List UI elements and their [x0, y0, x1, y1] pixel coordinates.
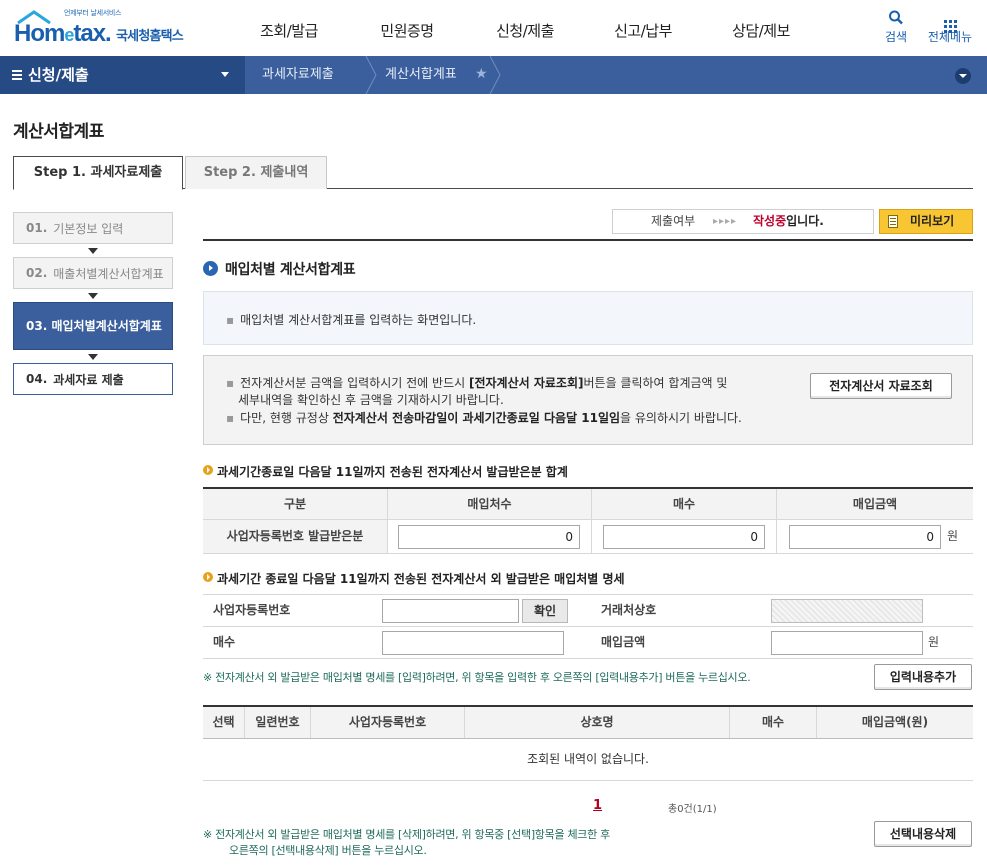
sheet-count-input[interactable]: 0	[603, 525, 765, 549]
favorite-star-icon[interactable]: ★	[475, 66, 488, 82]
entry-list-header: 선택 일련번호 사업자등록번호 상호명 매수 매입금액(원)	[203, 707, 973, 739]
delete-selected-button[interactable]: 선택내용삭제	[874, 821, 972, 847]
add-entry-button[interactable]: 입력내용추가	[874, 664, 972, 690]
confirm-button[interactable]: 확인	[522, 599, 568, 623]
detail-form: 사업자등록번호 확인 거래처상호 매수 매입금액 원	[203, 594, 973, 659]
partner-name-label: 거래처상호	[601, 603, 657, 617]
breadcrumb-invoice-summary[interactable]: 계산서합계표	[385, 56, 457, 94]
caution-info-box: ▪ 전자계산서분 금액을 입력하시기 전에 반드시 [전자계산서 자료조회]버튼을…	[203, 355, 973, 445]
tab-step1[interactable]: Step 1. 과세자료제출	[13, 156, 183, 190]
bullet-arrow-icon	[203, 465, 213, 475]
bizno-label: 사업자등록번호	[213, 603, 291, 617]
section-title: 매입처별 계산서합계표	[203, 259, 356, 279]
arrow-down-icon	[88, 293, 98, 299]
table-row: 사업자등록번호 발급받은분 0 0 0원	[203, 520, 973, 554]
arrow-down-icon	[88, 248, 98, 254]
gnb-inquiry[interactable]: 조회/발급	[230, 20, 348, 41]
caret-down-icon	[221, 72, 229, 77]
amount-input[interactable]	[771, 631, 923, 655]
detail-subtitle: 과세기간 종료일 다음달 11일까지 전송된 전자계산서 외 발급받은 매입처별…	[203, 570, 625, 587]
page-link-1[interactable]: 1	[593, 798, 602, 813]
bullet-arrow-icon	[203, 572, 213, 582]
status-value: 작성중입니다.	[753, 214, 824, 228]
category-label: 신청/제출	[28, 66, 89, 84]
all-menu-button[interactable]: 전체메뉴	[922, 8, 978, 45]
preview-button[interactable]: 미리보기	[879, 209, 973, 234]
tab-step2[interactable]: Step 2. 제출내역	[185, 156, 327, 189]
empty-list-message: 조회된 내역이 없습니다.	[203, 739, 973, 781]
partner-name-field	[771, 599, 923, 623]
delete-instruction-note: ※ 전자계산서 외 발급받은 매입처별 명세를 [삭제]하려면, 위 항목중 […	[203, 828, 610, 857]
step-nav-purchase-summary[interactable]: 03. 매입처별계산서합계표	[13, 302, 173, 350]
step-nav-sales-summary[interactable]: 02. 매출처별계산서합계표	[13, 257, 173, 289]
logo-korean: 국세청홈택스	[116, 29, 184, 44]
entry-list-table: 선택 일련번호 사업자등록번호 상호명 매수 매입금액(원) 조회된 내역이 없…	[203, 705, 973, 781]
count-label: 매수	[213, 635, 236, 649]
all-menu-label: 전체메뉴	[927, 30, 973, 44]
logo-wordmark: Hometax.	[14, 20, 112, 47]
submission-status: 제출여부 ▸▸▸▸ 작성중입니다.	[612, 209, 874, 234]
step-nav-submit[interactable]: 04. 과세자료 제출	[13, 363, 173, 395]
breadcrumb-separator-icon	[489, 56, 501, 94]
arrow-down-icon	[88, 354, 98, 360]
purchase-amount-input[interactable]: 0	[789, 525, 941, 549]
add-instruction-note: ※ 전자계산서 외 발급받은 매입처별 명세를 [입력]하려면, 위 항목을 입…	[203, 671, 751, 684]
count-input[interactable]	[382, 631, 564, 655]
status-arrows: ▸▸▸▸	[713, 216, 738, 227]
summary-table-header: 구분 매입처수 매수 매입금액	[203, 489, 973, 520]
intro-info-box: ▪ 매입처별 계산서합계표를 입력하는 화면입니다.	[203, 291, 973, 345]
summary-subtitle: 과세기간종료일 다음달 11일까지 전송된 전자계산서 발급받은분 합계	[203, 463, 568, 480]
gnb-consult[interactable]: 상담/제보	[702, 20, 820, 41]
intro-text: 매입처별 계산서합계표를 입력하는 화면입니다.	[240, 313, 477, 327]
breadcrumb-separator-icon	[365, 56, 377, 94]
step-tabs: Step 1. 과세자료제출 Step 2. 제출내역	[13, 156, 973, 190]
unit-won: 원	[947, 529, 959, 543]
expand-toggle-icon[interactable]	[955, 68, 971, 84]
total-count: 총0건(1/1)	[668, 804, 717, 815]
step-nav-basic-info[interactable]: 01. 기본정보 입력	[13, 212, 173, 244]
gnb-apply[interactable]: 신청/제출	[466, 20, 584, 41]
amount-label: 매입금액	[601, 635, 646, 649]
preview-label: 미리보기	[910, 214, 955, 228]
grid-menu-icon	[922, 8, 978, 33]
location-bar: 신청/제출 과세자료제출 계산서합계표 ★	[0, 56, 987, 94]
page-title: 계산서합계표	[13, 122, 104, 142]
search-icon	[889, 10, 903, 25]
top-header: 언제부터 날세서비스 Hometax. 국세청홈택스 조회/발급 민원증명 신청…	[0, 0, 987, 56]
circle-arrow-icon	[203, 261, 218, 276]
gnb-certificate[interactable]: 민원증명	[348, 20, 466, 41]
einvoice-lookup-button[interactable]: 전자계산서 자료조회	[810, 373, 952, 399]
search-button[interactable]: 검색	[880, 8, 912, 45]
bizno-input[interactable]	[382, 599, 519, 623]
logo-tagline: 언제부터 날세서비스	[64, 9, 122, 17]
search-label: 검색	[884, 30, 908, 44]
unit-won: 원	[928, 635, 940, 649]
divider	[203, 239, 973, 241]
breadcrumb-tax-data[interactable]: 과세자료제출	[262, 56, 334, 94]
partner-count-input[interactable]: 0	[398, 525, 580, 549]
status-label: 제출여부	[651, 214, 696, 228]
summary-table: 구분 매입처수 매수 매입금액 사업자등록번호 발급받은분 0 0 0원	[203, 487, 973, 554]
category-dropdown[interactable]: 신청/제출	[0, 56, 245, 94]
hamburger-icon	[12, 70, 22, 82]
hometax-logo[interactable]: 언제부터 날세서비스 Hometax. 국세청홈택스	[12, 8, 197, 48]
gnb-report[interactable]: 신고/납부	[584, 20, 702, 41]
document-icon	[888, 215, 898, 228]
global-nav: 조회/발급 민원증명 신청/제출 신고/납부 상담/제보	[230, 20, 820, 41]
